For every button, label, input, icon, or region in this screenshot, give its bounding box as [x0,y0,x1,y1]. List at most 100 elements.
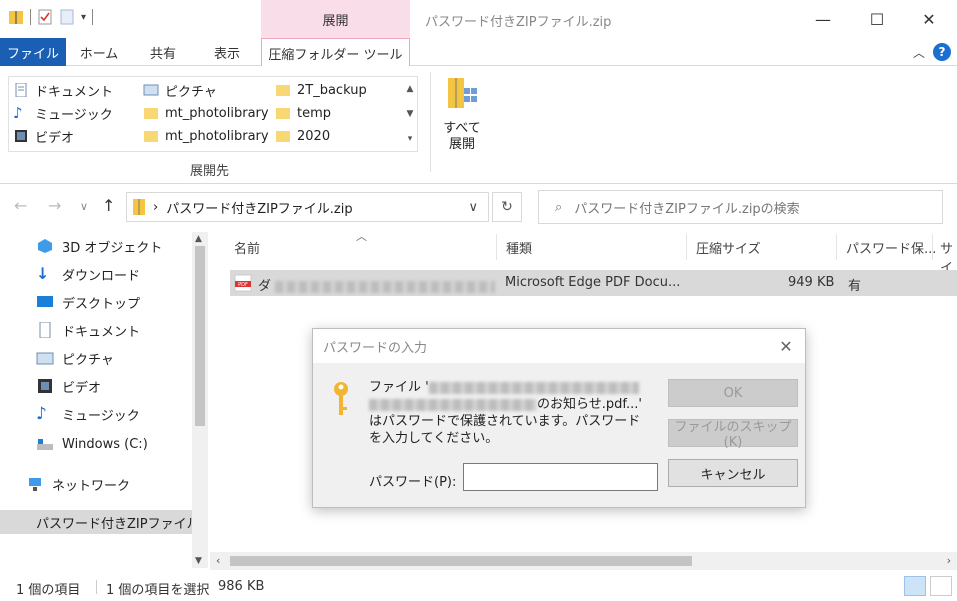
help-icon[interactable]: ? [933,43,951,61]
nav-item-videos[interactable]: ビデオ [36,374,101,398]
nav-item-windows-c[interactable]: Windows (C:) [36,432,148,456]
properties-icon[interactable] [37,8,53,26]
status-bar: 1 個の項目 1 個の項目を選択 986 KB [0,572,957,601]
nav-pane-scrollbar[interactable]: ▲ ▼ [192,232,208,568]
scroll-up-icon[interactable]: ▲ [407,84,414,94]
scrollbar-thumb[interactable] [230,556,692,566]
breadcrumb-chevron-icon[interactable]: › [153,200,158,215]
gallery-more-icon[interactable]: ▾ [408,134,413,144]
skip-file-button[interactable]: ファイルのスキップ(K) [668,419,798,450]
nav-item-pictures[interactable]: ピクチャ [36,346,114,370]
up-arrow-icon[interactable]: ↑ [102,196,115,215]
breadcrumb[interactable]: パスワード付きZIPファイル.zip [166,198,352,217]
column-separator[interactable] [932,234,933,260]
gallery-scroll[interactable]: ▲ ▼ ▾ [403,77,417,151]
new-folder-icon[interactable] [59,8,75,26]
column-header-password[interactable]: パスワード保... [846,238,936,257]
nav-item-label: ネットワーク [52,478,131,494]
cancel-button[interactable]: キャンセル [668,459,798,487]
search-box[interactable]: ⌕ パスワード付きZIPファイル.zipの検索 [538,190,943,224]
collapse-ribbon-icon[interactable]: ︿ [913,44,925,61]
password-field[interactable] [463,463,658,491]
destination-videos[interactable]: ビデオ [13,125,74,147]
large-icons-view-button[interactable] [930,576,952,596]
tab-file[interactable]: ファイル [0,38,66,66]
nav-item-music[interactable]: ♪ ミュージック [36,402,140,426]
search-input[interactable]: パスワード付きZIPファイル.zipの検索 [574,198,799,217]
video-icon [38,379,52,393]
extract-all-label: すべて [443,121,481,136]
destination-label: ビデオ [35,130,75,146]
ribbon: ドキュメント ♪ ミュージック ビデオ ピクチャ mt_photolibrary… [0,66,957,184]
destination-pictures[interactable]: ピクチャ [143,79,217,101]
tab-compressed-folder-tools[interactable]: 圧縮フォルダー ツール [261,38,410,67]
nav-item-downloads[interactable]: ↓ ダウンロード [36,262,140,286]
horizontal-scrollbar[interactable]: ‹ › [210,552,957,570]
ribbon-tabs: ファイル ホーム 共有 表示 圧縮フォルダー ツール ︿ ? [0,38,957,67]
ok-button[interactable]: OK [668,379,798,407]
destination-music[interactable]: ♪ ミュージック [13,102,113,124]
dialog-message-text: はパスワードで保護されています。パスワードを入力してください。 [369,414,641,446]
scroll-left-icon[interactable]: ‹ [216,554,220,567]
nav-item-zip-folder[interactable]: パスワード付きZIPファイル [0,510,200,534]
window-title: パスワード付きZIPファイル.zip [425,15,612,30]
folder-icon [276,85,290,96]
tab-share[interactable]: 共有 [134,38,192,66]
nav-item-3d-objects[interactable]: 3D オブジェクト [36,234,162,258]
nav-item-label: 3D オブジェクト [62,240,163,256]
column-separator[interactable] [686,234,687,260]
scroll-down-icon[interactable]: ▼ [407,109,414,119]
column-separator[interactable] [496,234,497,260]
column-header-type[interactable]: 種類 [506,238,532,257]
back-arrow-icon[interactable]: ← [14,196,27,215]
scrollbar-thumb[interactable] [195,246,205,426]
extract-all-button[interactable]: すべて 展開 [440,76,484,153]
nav-item-network[interactable]: ネットワーク [26,472,130,496]
sort-indicator-icon: ︿ [356,230,367,243]
toolbar-separator [30,9,31,25]
destination-folder[interactable]: mt_photolibrary [143,102,269,124]
column-header-compressed-size[interactable]: 圧縮サイズ [696,238,761,257]
address-dropdown-icon[interactable]: ∨ [468,200,478,215]
status-item-count: 1 個の項目 [16,583,81,598]
tab-home[interactable]: ホーム [70,38,128,66]
nav-item-desktop[interactable]: デスクトップ [36,290,140,314]
scroll-right-icon[interactable]: › [947,554,951,567]
forward-arrow-icon[interactable]: → [48,196,61,215]
address-bar[interactable]: › パスワード付きZIPファイル.zip ∨ [126,192,489,222]
pdf-file-icon: PDF [234,274,252,292]
column-header-name[interactable]: 名前 [234,238,260,257]
nav-item-label: Windows (C:) [62,436,148,452]
file-name-text: ダ [258,279,272,294]
close-button[interactable]: ✕ [906,6,952,32]
destination-folder[interactable]: 2T_backup [275,79,367,101]
dialog-message-text: ファイル ' [369,380,429,395]
destination-folder[interactable]: temp [275,102,331,124]
extract-destination-gallery: ドキュメント ♪ ミュージック ビデオ ピクチャ mt_photolibrary… [8,76,418,152]
address-row: ← → ∨ ↑ › パスワード付きZIPファイル.zip ∨ ↻ ⌕ パスワード… [0,184,957,228]
dialog-close-icon[interactable]: ✕ [775,335,797,357]
minimize-button[interactable]: — [800,6,846,32]
nav-item-documents[interactable]: ドキュメント [36,318,140,342]
nav-item-label: ドキュメント [62,324,141,340]
recent-locations-icon[interactable]: ∨ [80,200,88,213]
nav-item-label: デスクトップ [62,296,141,312]
destination-label: 2T_backup [297,82,367,98]
nav-item-label: パスワード付きZIPファイル [36,516,200,532]
details-view-button[interactable] [904,576,926,596]
destination-folder[interactable]: 2020 [275,125,330,147]
tab-view[interactable]: 表示 [198,38,256,66]
table-row[interactable]: PDF ダ Microsoft Edge PDF Docu... 949 KB … [230,270,957,296]
nav-item-label: ピクチャ [62,352,114,368]
ribbon-separator [430,72,431,172]
column-separator[interactable] [836,234,837,260]
destination-folder[interactable]: mt_photolibrary [143,125,269,147]
maximize-button[interactable]: ☐ [854,6,900,32]
destination-documents[interactable]: ドキュメント [13,79,113,101]
refresh-button[interactable]: ↻ [492,192,522,222]
extract-all-label: 展開 [448,137,475,152]
scroll-down-icon[interactable]: ▼ [195,556,202,566]
scroll-up-icon[interactable]: ▲ [195,234,202,244]
redacted-text [428,381,639,394]
customize-qat-icon[interactable]: ▾ [81,12,86,23]
